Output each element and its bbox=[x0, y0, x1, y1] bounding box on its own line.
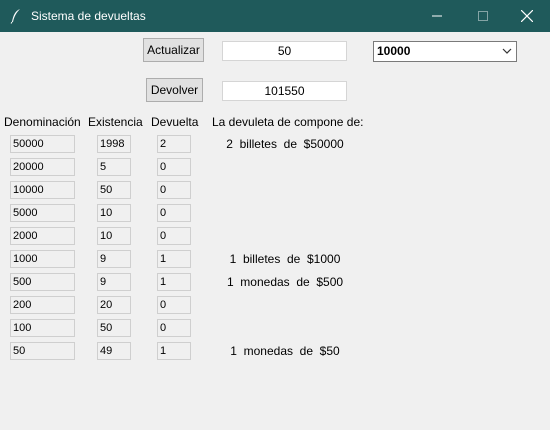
window-title: Sistema de devueltas bbox=[31, 9, 146, 23]
denomination-field[interactable]: 200 bbox=[10, 296, 75, 314]
header-denomination: Denominación bbox=[4, 115, 81, 129]
change-field[interactable]: 0 bbox=[157, 204, 191, 222]
stock-field[interactable]: 1998 bbox=[97, 135, 131, 153]
denomination-field[interactable]: 10000 bbox=[10, 181, 75, 199]
change-field[interactable]: 0 bbox=[157, 181, 191, 199]
change-field[interactable]: 0 bbox=[157, 158, 191, 176]
denomination-field[interactable]: 20000 bbox=[10, 158, 75, 176]
denomination-field[interactable]: 50 bbox=[10, 342, 75, 360]
change-summary bbox=[200, 205, 370, 221]
change-field[interactable]: 0 bbox=[157, 227, 191, 245]
feather-icon bbox=[10, 9, 20, 24]
denomination-field[interactable]: 100 bbox=[10, 319, 75, 337]
denomination-field[interactable]: 50000 bbox=[10, 135, 75, 153]
change-summary: 1 monedas de $50 bbox=[230, 344, 340, 358]
return-button[interactable]: Devolver bbox=[146, 78, 203, 102]
minimize-icon bbox=[432, 15, 442, 17]
stock-field[interactable]: 20 bbox=[97, 296, 131, 314]
change-field[interactable]: 1 bbox=[157, 273, 191, 291]
change-summary: 1 monedas de $500 bbox=[226, 275, 344, 289]
change-summary bbox=[200, 228, 370, 244]
change-summary bbox=[200, 320, 370, 336]
change-field[interactable]: 2 bbox=[157, 135, 191, 153]
denomination-field[interactable]: 2000 bbox=[10, 227, 75, 245]
chevron-down-icon bbox=[502, 48, 512, 54]
change-summary bbox=[200, 159, 370, 175]
stock-field[interactable]: 10 bbox=[97, 204, 131, 222]
denomination-field[interactable]: 5000 bbox=[10, 204, 75, 222]
change-field[interactable]: 1 bbox=[157, 342, 191, 360]
change-summary bbox=[200, 182, 370, 198]
stock-field[interactable]: 50 bbox=[97, 181, 131, 199]
title-bar: Sistema de devueltas bbox=[0, 0, 550, 32]
amount-input[interactable]: 50 bbox=[222, 41, 347, 61]
change-field[interactable]: 1 bbox=[157, 250, 191, 268]
close-icon bbox=[521, 10, 533, 22]
change-summary bbox=[200, 297, 370, 313]
change-summary: 2 billetes de $50000 bbox=[226, 137, 344, 151]
update-button[interactable]: Actualizar bbox=[143, 38, 204, 62]
maximize-icon bbox=[478, 11, 488, 21]
header-change: Devuelta bbox=[151, 115, 199, 129]
denomination-select-value: 10000 bbox=[377, 44, 411, 58]
stock-field[interactable]: 10 bbox=[97, 227, 131, 245]
denomination-select[interactable]: 10000 bbox=[373, 41, 517, 62]
minimize-button[interactable] bbox=[414, 0, 460, 32]
change-summary: 1 billetes de $1000 bbox=[229, 252, 341, 266]
paid-input[interactable]: 101550 bbox=[222, 81, 347, 101]
header-stock: Existencia bbox=[88, 115, 143, 129]
stock-field[interactable]: 9 bbox=[97, 273, 131, 291]
denomination-field[interactable]: 500 bbox=[10, 273, 75, 291]
maximize-button[interactable] bbox=[460, 0, 506, 32]
change-field[interactable]: 0 bbox=[157, 296, 191, 314]
stock-field[interactable]: 50 bbox=[97, 319, 131, 337]
stock-field[interactable]: 49 bbox=[97, 342, 131, 360]
header-summary: La devuleta de compone de: bbox=[212, 115, 364, 129]
stock-field[interactable]: 9 bbox=[97, 250, 131, 268]
change-field[interactable]: 0 bbox=[157, 319, 191, 337]
denomination-field[interactable]: 1000 bbox=[10, 250, 75, 268]
stock-field[interactable]: 5 bbox=[97, 158, 131, 176]
close-button[interactable] bbox=[504, 0, 550, 32]
